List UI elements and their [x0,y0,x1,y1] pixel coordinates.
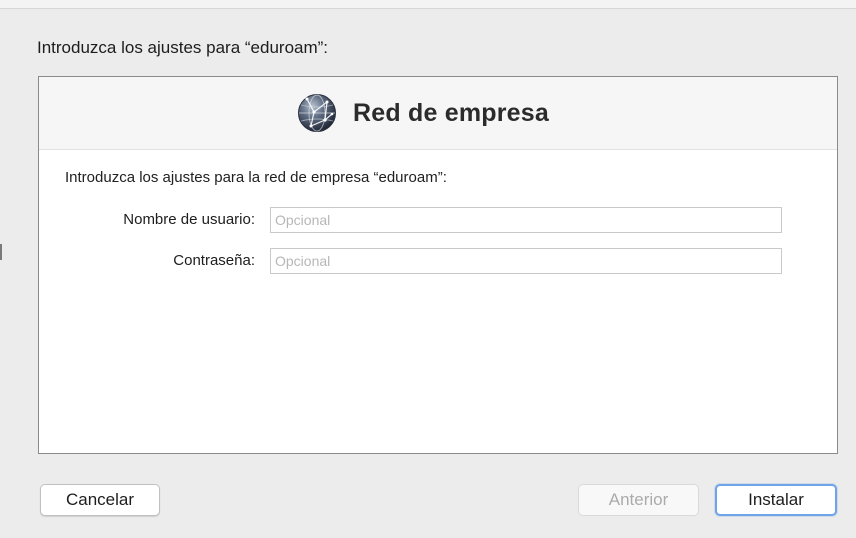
settings-panel: Red de empresa Introduzca los ajustes pa… [38,76,838,454]
cancel-button[interactable]: Cancelar [40,484,160,516]
network-globe-icon [298,94,337,132]
username-row: Nombre de usuario: [39,207,839,233]
username-label: Nombre de usuario: [123,211,255,228]
install-button[interactable]: Instalar [715,484,837,516]
window-resize-edge [0,244,2,260]
password-field[interactable] [270,248,782,274]
instructions-text: Introduzca los ajustes para la red de em… [65,169,447,186]
password-row: Contraseña: [39,248,839,274]
dialog-prompt: Introduzca los ajustes para “eduroam”: [37,38,329,57]
previous-button[interactable]: Anterior [578,484,699,516]
window-top-edge [0,0,856,9]
panel-title: Red de empresa [353,98,549,127]
username-field[interactable] [270,207,782,233]
password-label: Contraseña: [173,252,255,269]
panel-header: Red de empresa [39,77,837,150]
